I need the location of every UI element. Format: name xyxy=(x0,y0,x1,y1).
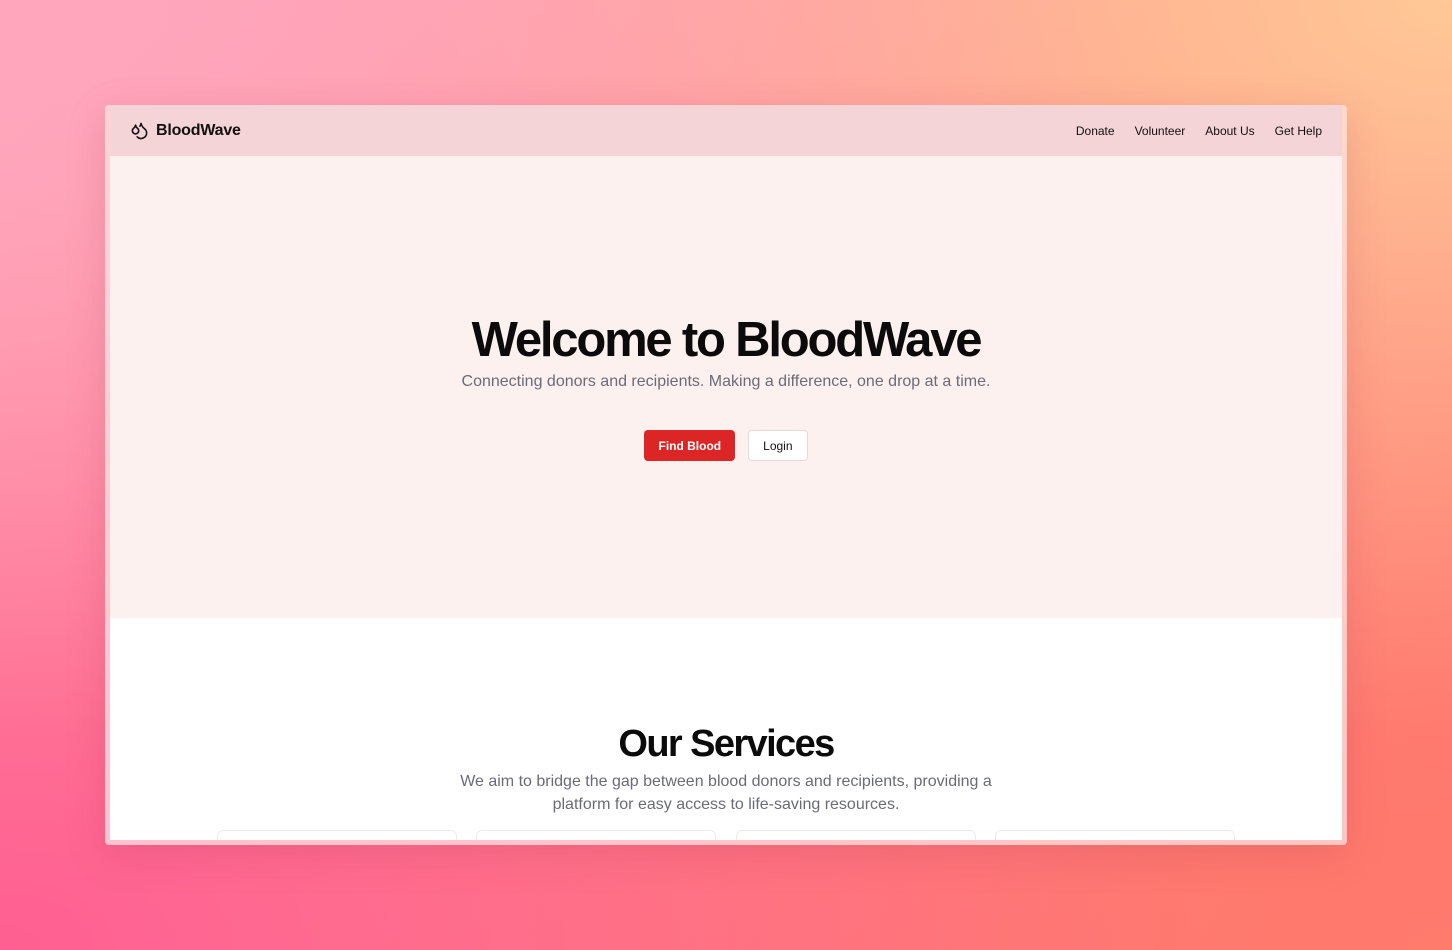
hero-subtitle: Connecting donors and recipients. Making… xyxy=(461,373,991,390)
services-subtitle: We aim to bridge the gap between blood d… xyxy=(460,773,992,813)
hero-actions: Find Blood Login xyxy=(110,430,1342,461)
login-button[interactable]: Login xyxy=(748,430,808,461)
find-blood-button[interactable]: Find Blood xyxy=(644,430,736,461)
page-viewport: BloodWave Donate Volunteer About Us Get … xyxy=(110,105,1342,840)
services-section: Our Services We aim to bridge the gap be… xyxy=(110,618,1342,840)
service-card[interactable] xyxy=(217,830,457,840)
nav-link-about-us[interactable]: About Us xyxy=(1205,124,1254,138)
service-card[interactable] xyxy=(736,830,976,840)
nav-link-donate[interactable]: Donate xyxy=(1076,124,1115,138)
nav-links: Donate Volunteer About Us Get Help xyxy=(1076,124,1322,138)
service-card[interactable] xyxy=(995,830,1235,840)
navbar: BloodWave Donate Volunteer About Us Get … xyxy=(110,105,1342,156)
services-title: Our Services xyxy=(618,723,835,765)
service-card[interactable] xyxy=(476,830,716,840)
hero-title: Welcome to BloodWave xyxy=(471,313,983,367)
nav-link-get-help[interactable]: Get Help xyxy=(1275,124,1322,138)
brand-name: BloodWave xyxy=(156,121,241,139)
blood-drops-icon xyxy=(130,121,149,140)
nav-link-volunteer[interactable]: Volunteer xyxy=(1135,124,1186,138)
browser-window-frame: BloodWave Donate Volunteer About Us Get … xyxy=(105,105,1347,845)
brand-logo-link[interactable]: BloodWave xyxy=(130,121,241,140)
hero-section: Welcome to BloodWave Connecting donors a… xyxy=(110,156,1342,618)
